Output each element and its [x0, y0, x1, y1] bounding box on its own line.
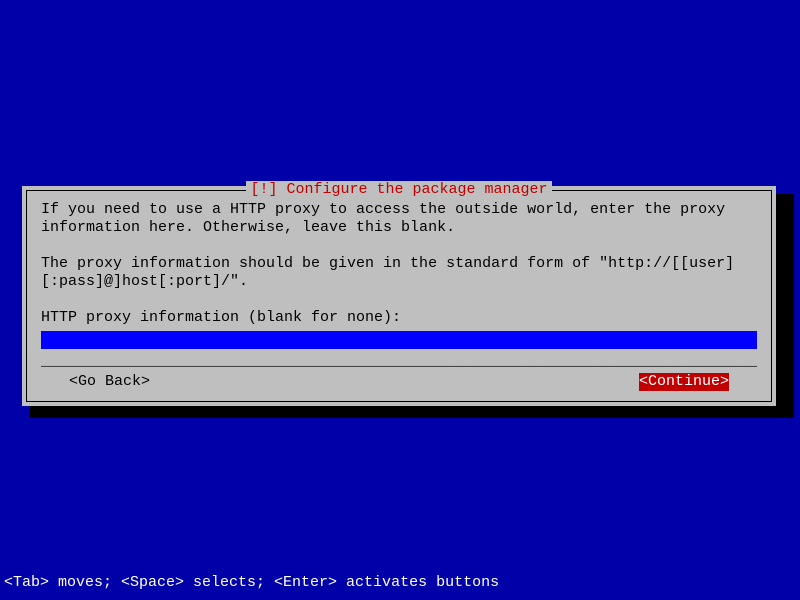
dialog-title-text: Configure the package manager: [286, 181, 547, 198]
dialog-frame: [!] Configure the package manager If you…: [26, 190, 772, 402]
dialog-paragraph-2: The proxy information should be given in…: [41, 255, 757, 291]
dialog-paragraph-1: If you need to use a HTTP proxy to acces…: [41, 201, 757, 237]
proxy-prompt: HTTP proxy information (blank for none):: [41, 309, 757, 327]
go-back-button[interactable]: <Go Back>: [69, 373, 150, 391]
dialog-title-wrap: [!] Configure the package manager: [27, 181, 771, 199]
button-row: <Go Back> <Continue>: [41, 373, 757, 391]
footer-hint: <Tab> moves; <Space> selects; <Enter> ac…: [4, 574, 499, 592]
dialog-title: [!] Configure the package manager: [246, 181, 551, 199]
dialog-title-bang: [!]: [250, 181, 277, 198]
continue-button[interactable]: <Continue>: [639, 373, 729, 391]
dialog: [!] Configure the package manager If you…: [22, 186, 776, 406]
proxy-input-underline: ________________________________________…: [41, 353, 757, 367]
proxy-input[interactable]: [41, 331, 757, 349]
